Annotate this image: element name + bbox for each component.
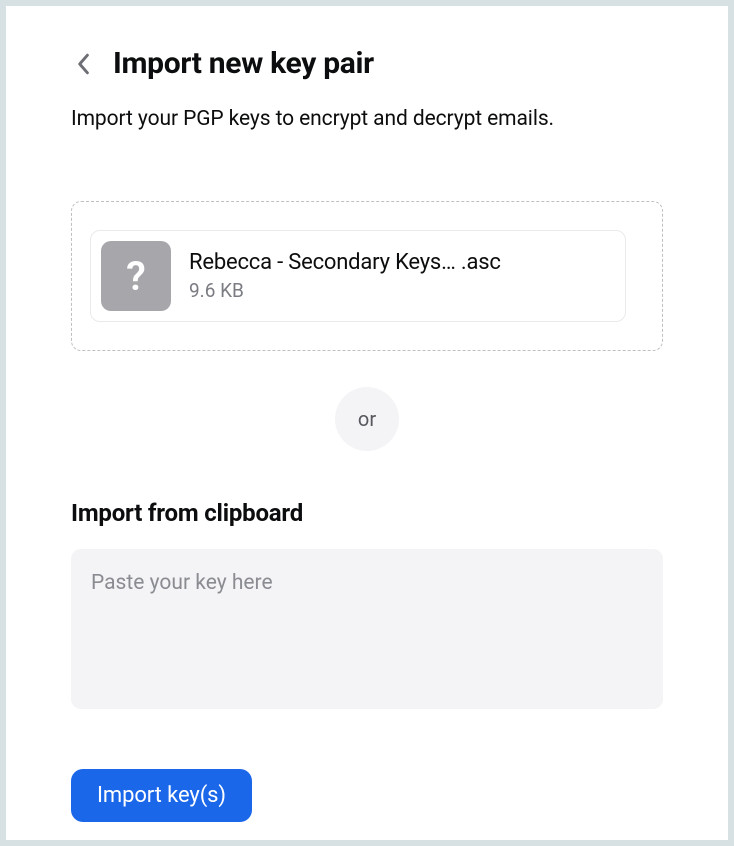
uploaded-file-card[interactable]: ? Rebecca - Secondary Keys… .asc 9.6 KB bbox=[90, 230, 626, 322]
separator: or bbox=[71, 387, 663, 451]
file-name: Rebecca - Secondary Keys… .asc bbox=[189, 250, 501, 275]
chevron-left-icon bbox=[75, 53, 91, 75]
back-button[interactable] bbox=[71, 52, 95, 76]
clipboard-section-title: Import from clipboard bbox=[71, 499, 663, 527]
import-key-panel: Import new key pair Import your PGP keys… bbox=[6, 6, 728, 840]
header-row: Import new key pair bbox=[71, 46, 663, 81]
or-label: or bbox=[335, 387, 399, 451]
file-dropzone[interactable]: ? Rebecca - Secondary Keys… .asc 9.6 KB bbox=[71, 201, 663, 351]
file-meta: Rebecca - Secondary Keys… .asc 9.6 KB bbox=[189, 250, 501, 302]
file-unknown-icon: ? bbox=[101, 241, 171, 311]
page-title: Import new key pair bbox=[113, 46, 374, 81]
file-size: 9.6 KB bbox=[189, 279, 501, 302]
page-subtitle: Import your PGP keys to encrypt and decr… bbox=[71, 107, 663, 131]
import-keys-button[interactable]: Import key(s) bbox=[71, 769, 252, 822]
paste-key-input[interactable] bbox=[71, 549, 663, 709]
